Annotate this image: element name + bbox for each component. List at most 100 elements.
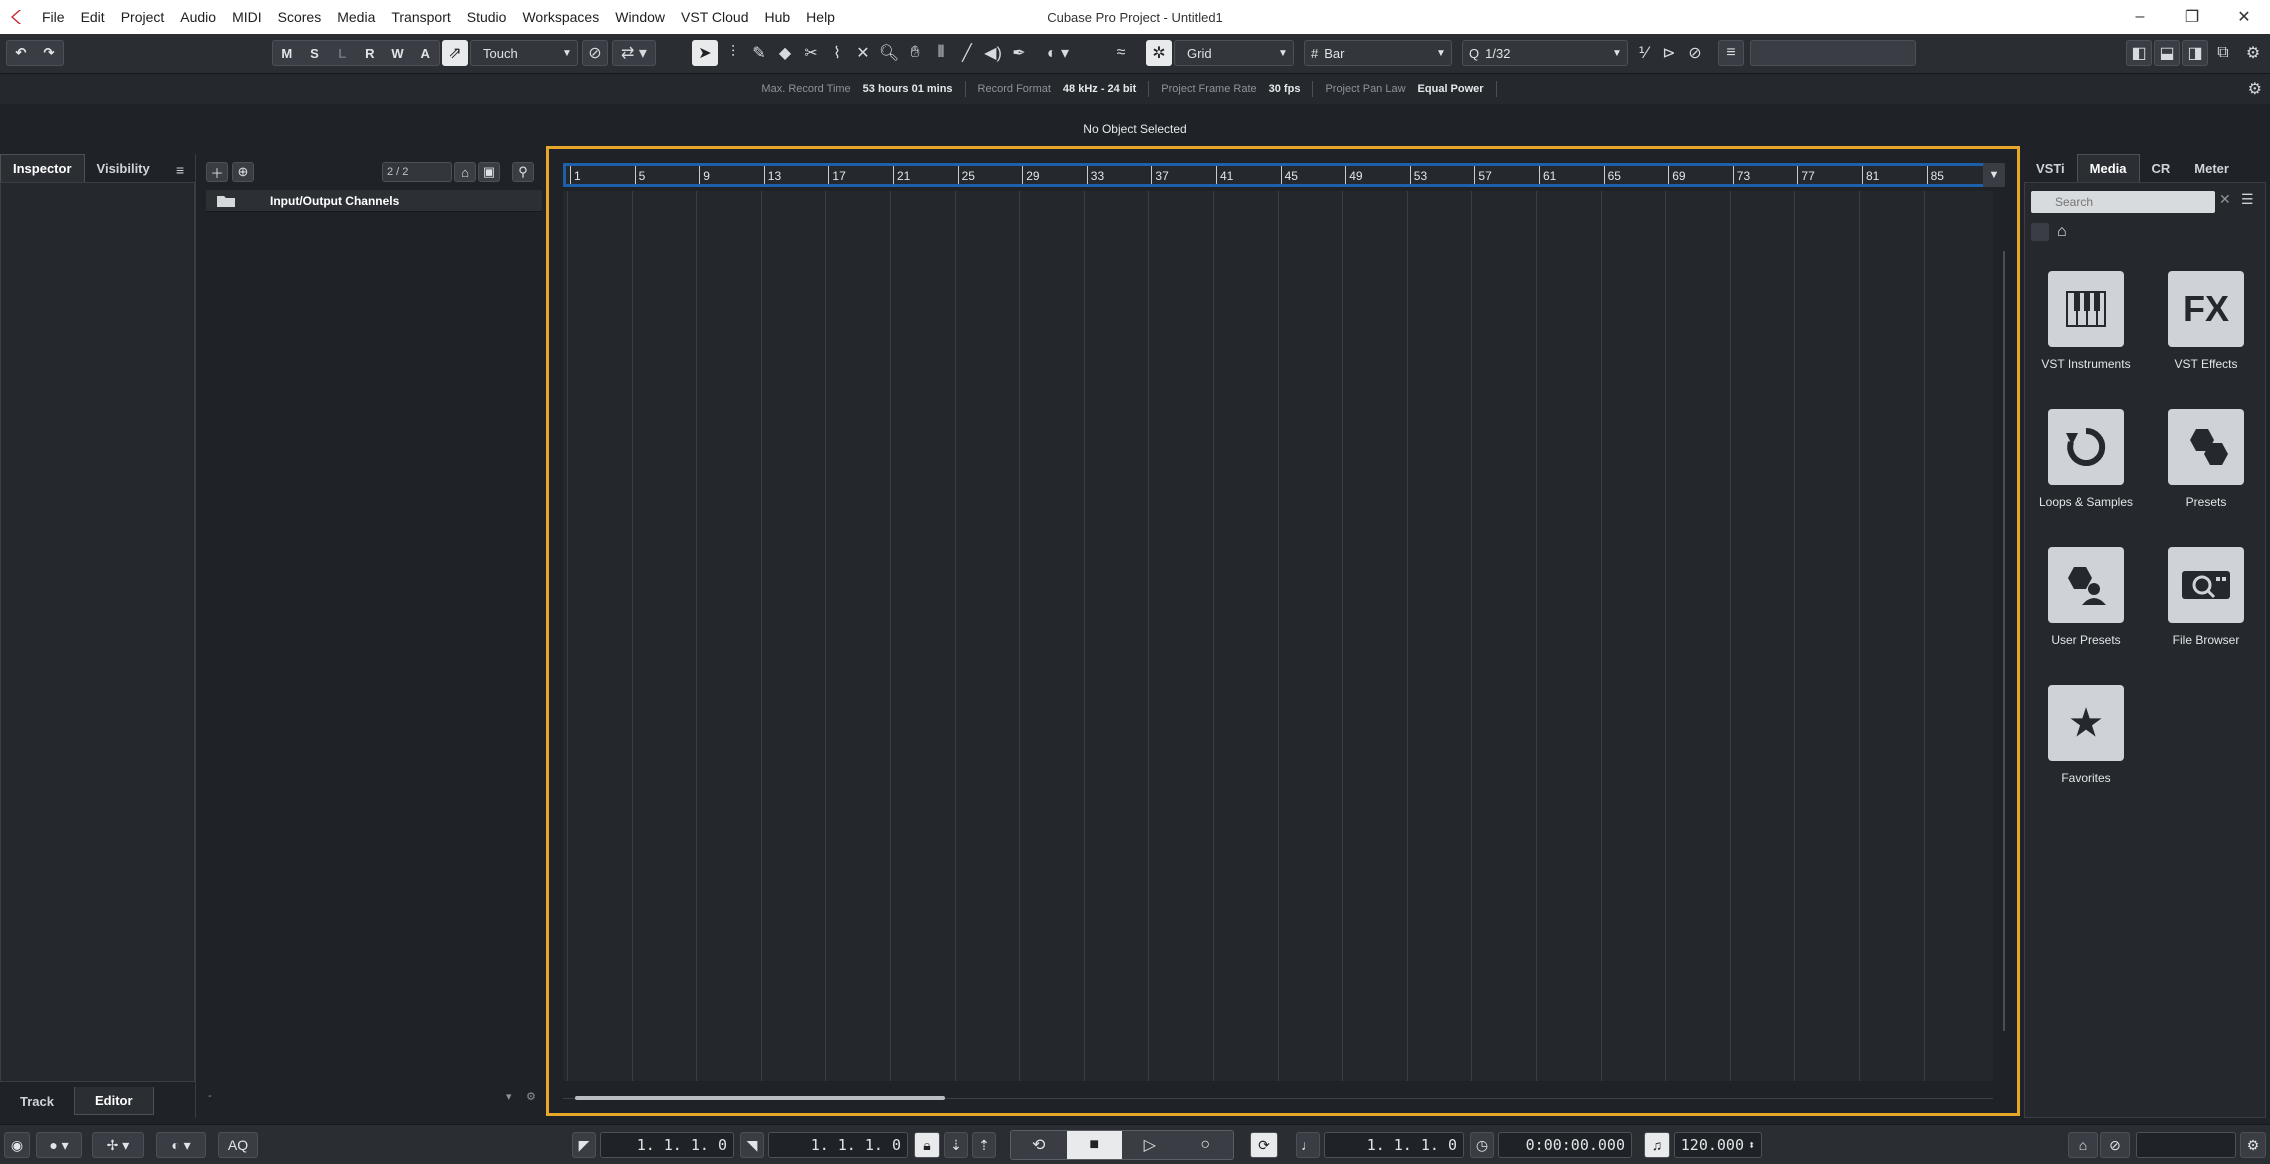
- split-tool-icon[interactable]: ✂: [798, 40, 824, 66]
- menu-audio[interactable]: Audio: [172, 9, 224, 25]
- tile-user-presets[interactable]: User Presets: [2031, 547, 2141, 647]
- window-layout-icon[interactable]: ⧉: [2210, 40, 2236, 66]
- listen-button[interactable]: L: [328, 46, 356, 61]
- play-icon[interactable]: ▷: [1122, 1131, 1178, 1159]
- horizontal-scrollbar-thumb[interactable]: [575, 1096, 945, 1100]
- punch-in-icon[interactable]: ⇣: [944, 1132, 968, 1158]
- autoscroll-icon[interactable]: ⇄ ▾: [612, 40, 656, 66]
- menu-file[interactable]: File: [34, 9, 73, 25]
- cycle-icon[interactable]: ⟲: [1011, 1131, 1067, 1159]
- menu-studio[interactable]: Studio: [459, 9, 515, 25]
- menu-window[interactable]: Window: [607, 9, 673, 25]
- tab-meter[interactable]: Meter: [2182, 154, 2241, 182]
- go-to-right-locator-icon[interactable]: ◥: [740, 1132, 764, 1158]
- tile-vst-effects[interactable]: FX VST Effects: [2151, 271, 2261, 371]
- frame-rate-value[interactable]: 30 fps: [1269, 83, 1301, 95]
- add-track-from-template-icon[interactable]: ⊕: [232, 162, 254, 182]
- vertical-scrollbar[interactable]: [1997, 191, 2011, 1081]
- punch-mode-button[interactable]: ✢ ▾: [92, 1132, 144, 1158]
- tab-visibility[interactable]: Visibility: [85, 154, 162, 182]
- constrain-delay-icon[interactable]: ⊘: [582, 40, 608, 66]
- menu-transport[interactable]: Transport: [383, 9, 458, 25]
- glue-tool-icon[interactable]: ⌇: [824, 40, 850, 66]
- track-visibility-icon[interactable]: ⌂: [454, 162, 476, 182]
- tile-vst-instruments[interactable]: VST Instruments: [2031, 271, 2141, 371]
- lock-icon[interactable]: 🔒︎: [914, 1132, 940, 1158]
- automation-mode-icon[interactable]: ⇗: [442, 40, 468, 66]
- snap-mode-icon[interactable]: ◐ ▾: [1036, 40, 1080, 66]
- go-to-left-locator-icon[interactable]: ◤: [572, 1132, 596, 1158]
- tab-vsti[interactable]: VSTi: [2024, 154, 2077, 182]
- comp-tool-icon[interactable]: ⫴: [928, 40, 954, 66]
- track-list-settings-gear-icon[interactable]: ⚙: [526, 1090, 536, 1103]
- secondary-time-display[interactable]: 0:00:00.000: [1498, 1132, 1632, 1158]
- pencil-tool-icon[interactable]: ✎: [746, 40, 772, 66]
- stop-icon[interactable]: ■: [1066, 1131, 1122, 1159]
- status-line-gear-icon[interactable]: ⚙: [2248, 79, 2262, 99]
- show-lower-zone-icon[interactable]: ⬓: [2154, 40, 2180, 66]
- max-record-time-value[interactable]: 53 hours 01 mins: [863, 83, 953, 95]
- range-tool-icon[interactable]: ⫶: [720, 40, 746, 66]
- read-button[interactable]: R: [356, 46, 384, 61]
- find-track-icon[interactable]: ⚲: [512, 162, 534, 182]
- tile-favorites[interactable]: ★ Favorites: [2031, 685, 2141, 785]
- primary-time-format-icon[interactable]: ♩: [1296, 1132, 1320, 1158]
- tab-editor[interactable]: Editor: [73, 1087, 154, 1115]
- scroll-handle-icon[interactable]: -: [208, 1090, 212, 1102]
- tile-loops-samples[interactable]: Loops & Samples: [2031, 409, 2141, 509]
- iterative-quantize-icon[interactable]: ⅟: [1630, 40, 1656, 66]
- snap-on-icon[interactable]: ✲: [1146, 40, 1172, 66]
- clear-search-icon[interactable]: ✕: [2219, 191, 2237, 213]
- quantize-select[interactable]: Q 1/32 ▼: [1462, 40, 1628, 66]
- snap-type-select[interactable]: Grid ▼: [1174, 40, 1294, 66]
- pan-law-value[interactable]: Equal Power: [1418, 83, 1484, 95]
- mute-tool-icon[interactable]: ✕: [850, 40, 876, 66]
- mute-button[interactable]: M: [273, 46, 301, 61]
- snap-to-zero-icon[interactable]: ≈: [1108, 40, 1134, 66]
- menu-edit[interactable]: Edit: [73, 9, 113, 25]
- eraser-tool-icon[interactable]: ◆: [772, 40, 798, 66]
- constrain-icon[interactable]: ⊘: [2100, 1132, 2130, 1158]
- write-button[interactable]: W: [384, 46, 412, 61]
- record-mode-button[interactable]: ● ▾: [36, 1132, 82, 1158]
- tab-inspector[interactable]: Inspector: [0, 154, 85, 182]
- grid-type-select[interactable]: # Bar ▼: [1304, 40, 1452, 66]
- solo-button[interactable]: S: [301, 46, 329, 61]
- left-locator-field[interactable]: 1. 1. 1. 0: [600, 1132, 734, 1158]
- primary-time-display[interactable]: 1. 1. 1. 0: [1324, 1132, 1464, 1158]
- right-locator-field[interactable]: 1. 1. 1. 0: [768, 1132, 908, 1158]
- minimize-icon[interactable]: –: [2114, 0, 2166, 34]
- menu-hub[interactable]: Hub: [756, 9, 798, 25]
- tempo-field[interactable]: 120.000 ⬍: [1674, 1132, 1762, 1158]
- redo-icon[interactable]: ↷: [35, 45, 63, 61]
- performance-meter-icon[interactable]: ≡: [1718, 40, 1744, 66]
- close-icon[interactable]: ✕: [2218, 0, 2270, 34]
- track-row[interactable]: Input/Output Channels: [206, 190, 542, 212]
- tab-media[interactable]: Media: [2076, 154, 2140, 182]
- color-tool-icon[interactable]: ✒: [1006, 40, 1032, 66]
- record-icon[interactable]: ○: [1178, 1131, 1234, 1159]
- activate-project-icon[interactable]: ◉: [4, 1132, 30, 1158]
- line-tool-icon[interactable]: ╱: [954, 40, 980, 66]
- menu-media[interactable]: Media: [329, 9, 383, 25]
- horizontal-scrollbar[interactable]: [563, 1093, 1993, 1103]
- quantize-reset-icon[interactable]: ⊘: [1682, 40, 1708, 66]
- retrospective-record-button[interactable]: ◐ ▾: [156, 1132, 206, 1158]
- ruler[interactable]: 1 5 9 13 17 21 25 29 33 37 41 45 49 53 57 61 65 69 73 77 81 8…: [563, 163, 1993, 187]
- record-format-value[interactable]: 48 kHz - 24 bit: [1063, 83, 1136, 95]
- show-left-zone-icon[interactable]: ◧: [2126, 40, 2152, 66]
- tempo-stepper-icon[interactable]: ⬍: [1748, 1138, 1755, 1152]
- automation-button[interactable]: A: [411, 46, 439, 61]
- menu-scores[interactable]: Scores: [270, 9, 330, 25]
- punch-out-icon[interactable]: ⇡: [972, 1132, 996, 1158]
- tile-presets[interactable]: Presets: [2151, 409, 2261, 509]
- toolbar-settings-gear-icon[interactable]: ⚙: [2240, 40, 2266, 66]
- tempo-track-icon[interactable]: ♫: [1644, 1132, 1670, 1158]
- menu-help[interactable]: Help: [798, 9, 843, 25]
- auto-quantize-button[interactable]: AQ: [218, 1132, 258, 1158]
- object-selection-tool-icon[interactable]: ➤: [692, 40, 718, 66]
- tab-cr[interactable]: CR: [2140, 154, 2183, 182]
- punch-tool-icon[interactable]: ⌂: [2068, 1132, 2098, 1158]
- show-right-zone-icon[interactable]: ◨: [2182, 40, 2208, 66]
- menu-vst-cloud[interactable]: VST Cloud: [673, 9, 756, 25]
